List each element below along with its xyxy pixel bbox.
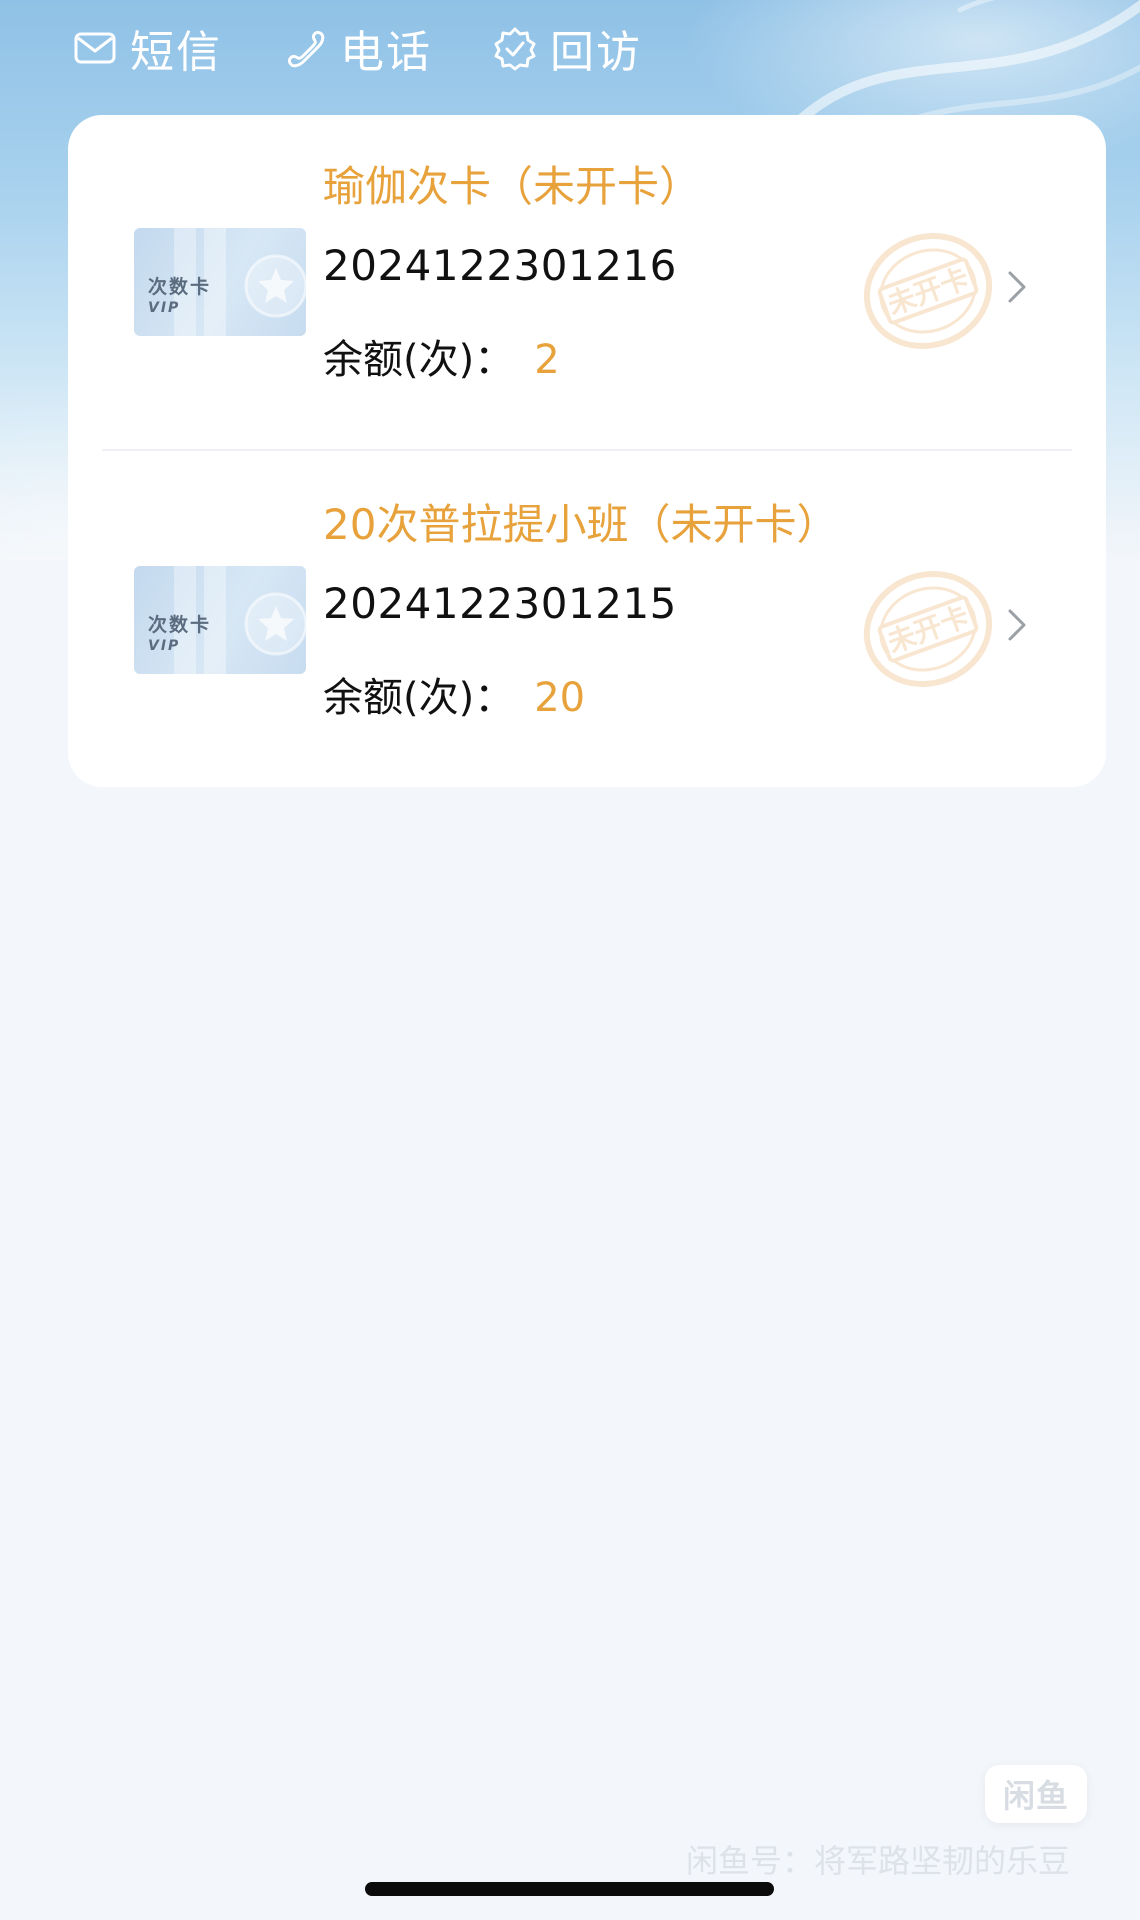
thumb-vip-label: VIP <box>148 638 181 654</box>
card-thumbnail: 次数卡 VIP <box>134 566 306 674</box>
action-bar: 短信 电话 回访 <box>72 18 702 78</box>
card-title: 瑜伽次卡（未开卡） <box>323 162 702 211</box>
card-thumbnail: 次数卡 VIP <box>134 228 306 336</box>
not-activated-stamp: 未开卡 <box>863 571 993 687</box>
card-title: 20次普拉提小班（未开卡） <box>323 500 839 549</box>
follow-up-button[interactable]: 回访 <box>492 16 642 80</box>
home-indicator[interactable] <box>365 1882 774 1896</box>
balance-label: 余额(次)： <box>323 337 515 383</box>
balance-label: 余额(次)： <box>323 675 515 721</box>
card-balance: 余额(次)： 20 <box>323 665 585 723</box>
medal-icon <box>244 254 306 318</box>
card-item-pilates[interactable]: 次数卡 VIP 20次普拉提小班（未开卡） 2024122301215 余额(次… <box>68 453 1106 791</box>
thumb-vip-label: VIP <box>148 300 181 316</box>
sms-button[interactable]: 短信 <box>72 16 222 80</box>
thumb-label: 次数卡 <box>148 276 212 298</box>
medal-icon <box>244 592 306 656</box>
phone-button[interactable]: 电话 <box>282 16 432 80</box>
follow-up-label: 回访 <box>550 27 642 78</box>
balance-value: 2 <box>534 337 560 383</box>
not-activated-stamp: 未开卡 <box>863 233 993 349</box>
balance-value: 20 <box>534 675 586 721</box>
card-balance: 余额(次)： 2 <box>323 327 560 385</box>
card-number: 2024122301216 <box>323 241 677 290</box>
phone-label: 电话 <box>340 27 432 78</box>
chevron-right-icon <box>1008 271 1026 303</box>
sms-label: 短信 <box>130 27 222 78</box>
phone-icon <box>288 31 325 68</box>
message-icon <box>74 32 116 64</box>
card-list: 次数卡 VIP 瑜伽次卡（未开卡） 2024122301216 余额(次)： 2 … <box>68 115 1106 787</box>
watermark: 闲鱼号：将军路坚韧的乐豆 <box>686 1842 1071 1880</box>
divider <box>102 449 1072 451</box>
follow-up-icon <box>494 27 536 71</box>
card-item-yoga[interactable]: 次数卡 VIP 瑜伽次卡（未开卡） 2024122301216 余额(次)： 2 … <box>68 115 1106 453</box>
fab-label: 闲鱼 <box>1002 1777 1069 1815</box>
xianyu-logo-button[interactable]: 闲鱼 <box>985 1765 1087 1823</box>
thumb-label: 次数卡 <box>148 614 212 636</box>
card-number: 2024122301215 <box>323 579 677 628</box>
chevron-right-icon <box>1008 609 1026 641</box>
